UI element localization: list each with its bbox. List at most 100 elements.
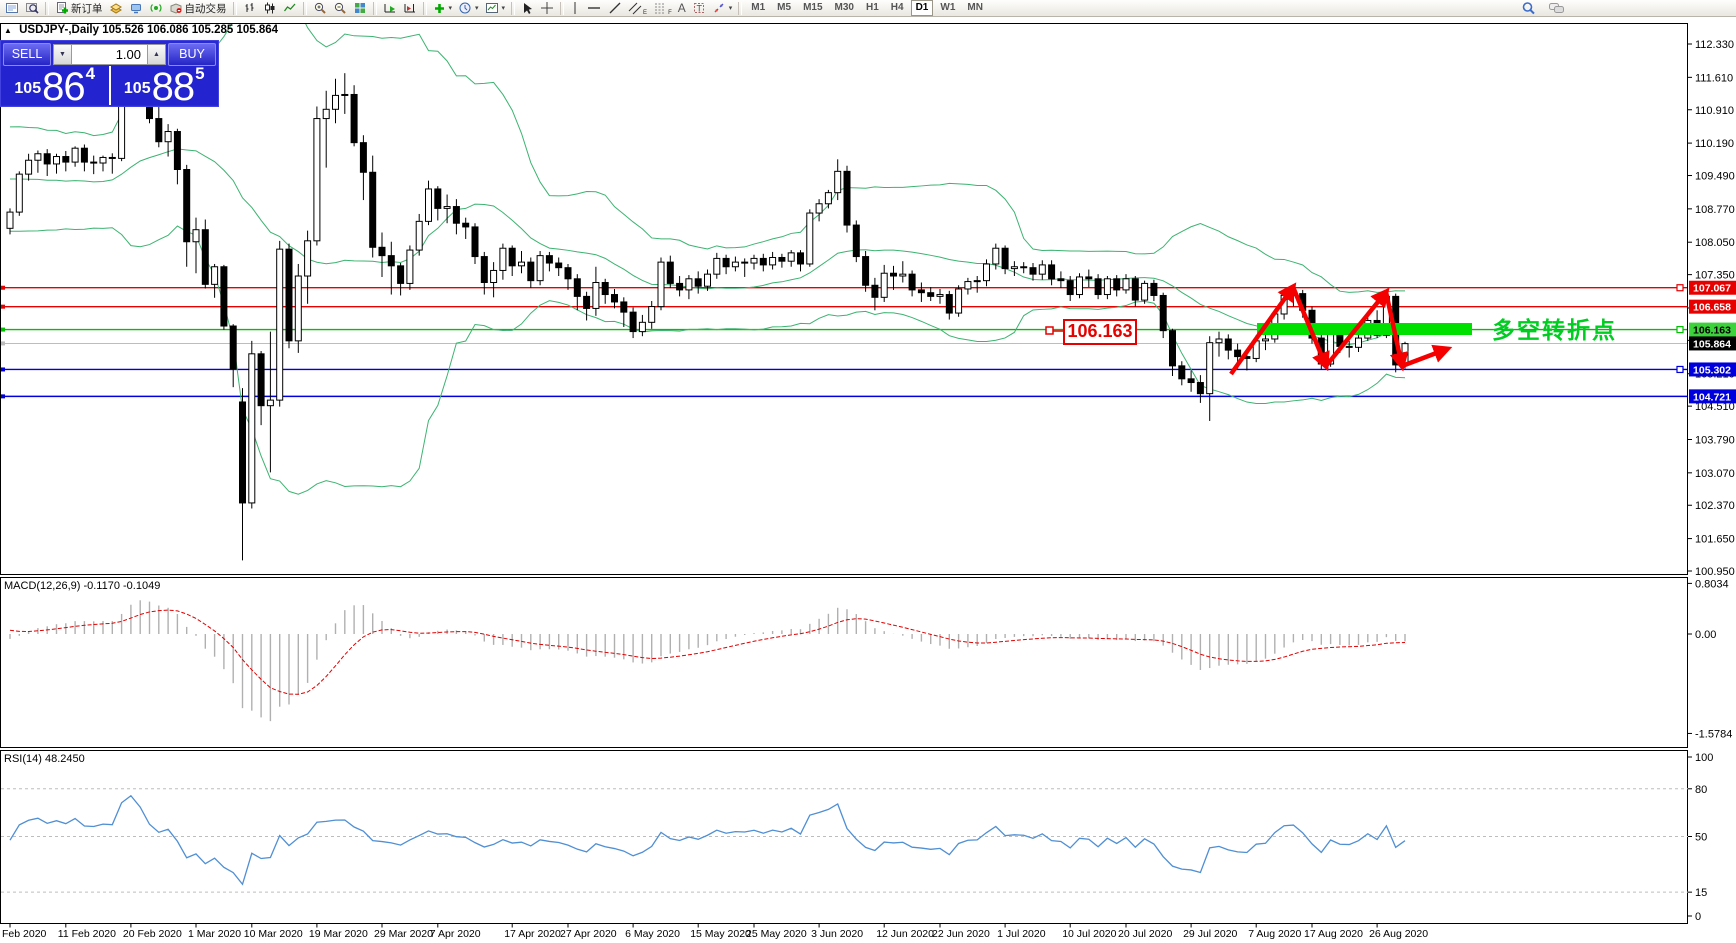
sell-price-display[interactable]: 105 86 4: [1, 66, 109, 105]
tile-windows-button[interactable]: [350, 0, 370, 17]
terminal-button[interactable]: [126, 0, 146, 17]
volume-input[interactable]: 1.00: [72, 44, 147, 65]
svg-text:111.610: 111.610: [1695, 72, 1733, 84]
vline-tool-button[interactable]: [567, 0, 583, 17]
new-order-button[interactable]: 新订单: [52, 0, 106, 17]
timeframe-h4-button[interactable]: H4: [886, 0, 909, 16]
autotrade-label: 自动交易: [185, 1, 227, 16]
sell-button[interactable]: SELL: [3, 43, 51, 66]
timeframe-m1-button[interactable]: M1: [746, 0, 770, 16]
timeframe-m30-button[interactable]: M30: [830, 0, 859, 16]
metaeditor-button[interactable]: [106, 0, 126, 17]
fibonacci-icon: [653, 1, 667, 15]
indicators-plus-icon: [433, 2, 446, 15]
timeframe-bar: M1M5M15M30H1H4D1W1MN: [745, 0, 989, 16]
zoom-out-icon: [333, 1, 347, 15]
new-chart-button[interactable]: [2, 0, 22, 17]
clock-icon: [458, 1, 472, 15]
chart-canvas[interactable]: 112.330111.610110.910110.190109.490108.7…: [0, 0, 1736, 943]
volume-increase-button[interactable]: ▲: [147, 44, 166, 65]
timeframe-m15-button[interactable]: M15: [798, 0, 827, 16]
date-tick: 20 Jul 2020: [1118, 928, 1172, 940]
date-tick: 7 Apr 2020: [430, 928, 481, 940]
volume-decrease-button[interactable]: ▼: [53, 44, 72, 65]
toolbar-separator: [738, 2, 742, 15]
date-tick: 1 Mar 2020: [188, 928, 241, 940]
crosshair-tool-button[interactable]: [537, 0, 557, 17]
trendline-icon: [608, 1, 622, 15]
cursor-tool-button[interactable]: [518, 0, 537, 17]
chart-shift-button[interactable]: [400, 0, 420, 17]
symbol-ohlc-info: USDJPY-,Daily 105.526 106.086 105.285 10…: [19, 24, 278, 36]
toolbar: 新订单 自动交易 ▾ ▾ ▾ E F A T ▾ M1M5M15M30H1H4D…: [0, 0, 1736, 17]
toolbar-separator: [373, 2, 377, 15]
autoscroll-button[interactable]: [380, 0, 400, 17]
buy-button[interactable]: BUY: [168, 43, 216, 66]
channel-tool-button[interactable]: E: [625, 0, 650, 17]
date-tick: 17 Aug 2020: [1304, 928, 1363, 940]
chat-button[interactable]: [1545, 0, 1568, 17]
search-icon: [1521, 1, 1536, 16]
price-callout-box[interactable]: 106.163: [1063, 319, 1137, 345]
svg-text:105.302: 105.302: [1693, 364, 1731, 376]
date-tick: 20 Feb 2020: [123, 928, 182, 940]
label-tool-button[interactable]: T: [689, 0, 709, 17]
periods-button[interactable]: ▾: [455, 0, 482, 17]
date-tick: 26 Aug 2020: [1369, 928, 1428, 940]
sell-price-big: 86: [42, 72, 85, 102]
date-tick: 12 Jun 2020: [876, 928, 934, 940]
toolbar-separator: [45, 2, 49, 15]
buy-price-display[interactable]: 105 88 5: [111, 66, 219, 105]
svg-text:112.330: 112.330: [1695, 39, 1734, 51]
svg-text:103.790: 103.790: [1695, 434, 1735, 446]
quote-bar: ▲ USDJPY-,Daily 105.526 106.086 105.285 …: [4, 24, 278, 36]
hline-tool-button[interactable]: [583, 0, 605, 17]
svg-text:T: T: [696, 4, 702, 14]
svg-text:100: 100: [1695, 752, 1713, 764]
zoom-out-button[interactable]: [330, 0, 350, 17]
timeframe-d1-button[interactable]: D1: [911, 0, 934, 16]
timeframe-mn-button[interactable]: MN: [962, 0, 988, 16]
text-tool-button[interactable]: A: [675, 0, 689, 17]
arrows-tool-button[interactable]: ▾: [709, 0, 736, 17]
timeframe-h1-button[interactable]: H1: [861, 0, 884, 16]
signals-button[interactable]: [146, 0, 166, 17]
bar-chart-mode-button[interactable]: [240, 0, 260, 17]
svg-text:107.350: 107.350: [1695, 270, 1735, 282]
timeframe-m5-button[interactable]: M5: [772, 0, 796, 16]
tile-windows-icon: [353, 1, 367, 15]
timeframe-w1-button[interactable]: W1: [935, 0, 960, 16]
callout-anchor: [1046, 327, 1053, 334]
svg-text:107.067: 107.067: [1693, 283, 1731, 295]
search-button[interactable]: [1518, 0, 1539, 17]
arrow-objects-icon: [712, 1, 726, 15]
line-chart-mode-button[interactable]: [280, 0, 300, 17]
macd-pane: [1, 578, 1688, 748]
profiles-button[interactable]: [22, 0, 42, 17]
candle-chart-mode-button[interactable]: [260, 0, 280, 17]
collapse-panel-icon[interactable]: ▲: [4, 26, 12, 35]
svg-text:-1.5784: -1.5784: [1695, 728, 1732, 740]
bar-chart-icon: [243, 1, 257, 15]
date-tick: 27 Apr 2020: [560, 928, 617, 940]
candle-chart-icon: [263, 1, 277, 15]
svg-text:80: 80: [1695, 784, 1707, 796]
svg-text:0.8034: 0.8034: [1695, 578, 1729, 590]
new-chart-icon: [5, 1, 19, 15]
toolbar-separator: [233, 2, 237, 15]
templates-button[interactable]: ▾: [482, 0, 509, 17]
svg-text:50: 50: [1695, 832, 1707, 844]
autoscroll-icon: [383, 1, 397, 15]
trendline-tool-button[interactable]: [605, 0, 625, 17]
fibonacci-tool-button[interactable]: F: [650, 0, 675, 17]
svg-text:110.910: 110.910: [1695, 105, 1734, 117]
new-order-icon: [55, 1, 69, 15]
profiles-icon: [25, 1, 39, 15]
svg-text:106.163: 106.163: [1693, 325, 1731, 337]
svg-text:0: 0: [1695, 911, 1701, 923]
indicators-button[interactable]: ▾: [430, 0, 456, 17]
chevron-down-icon: ▾: [502, 4, 506, 12]
autotrade-button[interactable]: 自动交易: [166, 0, 230, 17]
cursor-icon: [521, 2, 534, 15]
zoom-in-button[interactable]: [310, 0, 330, 17]
